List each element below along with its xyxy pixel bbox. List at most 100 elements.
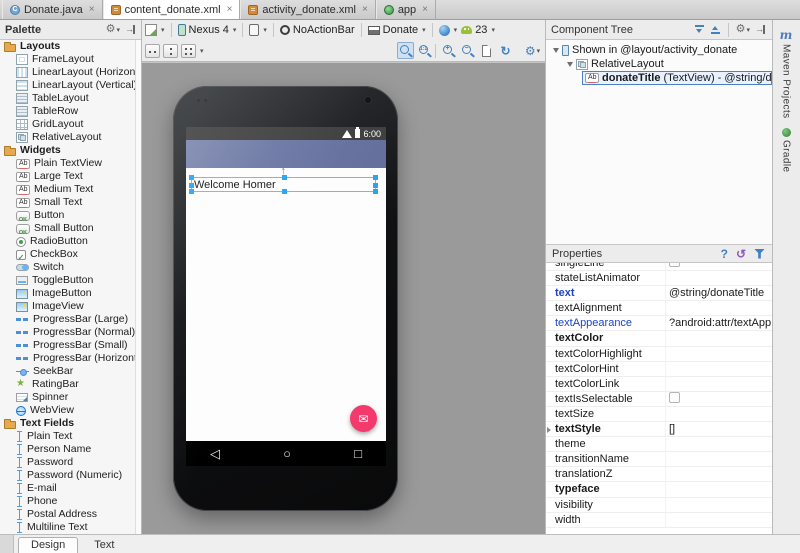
tree-row-layout[interactable]: RelativeLayout [545, 57, 772, 71]
tool-window-maven[interactable]: m Maven Projects [772, 20, 800, 119]
filter-icon[interactable] [754, 249, 765, 259]
tool-window-gradle[interactable]: Gradle [772, 119, 800, 172]
orientation-selector[interactable]: ▾ [249, 24, 267, 36]
expander-icon[interactable] [553, 48, 559, 53]
close-icon[interactable]: × [89, 4, 95, 15]
tree-hide-button[interactable] [755, 24, 766, 35]
design-canvas[interactable]: 6:00 Welcome Homer ↑ ✉ [141, 62, 545, 534]
property-row[interactable]: width [545, 513, 772, 528]
expander-icon[interactable] [567, 62, 573, 67]
property-row[interactable]: textColorHint [545, 362, 772, 377]
palette-item[interactable]: LinearLayout (Vertical) [0, 79, 141, 92]
palette-item[interactable]: Layouts [0, 40, 141, 53]
device-screen[interactable]: 6:00 Welcome Homer ↑ ✉ [186, 127, 386, 466]
design-surface-button[interactable]: ▾ [145, 24, 165, 36]
palette-item[interactable]: WebView [0, 404, 141, 417]
palette-item[interactable]: RadioButton [0, 235, 141, 248]
property-row[interactable]: singleLine [545, 263, 772, 271]
palette-item[interactable]: ImageView [0, 300, 141, 313]
property-row[interactable]: textStyle [] [545, 422, 772, 437]
selection-handle[interactable] [189, 183, 194, 188]
property-row[interactable]: translationZ [545, 467, 772, 482]
api-selector[interactable]: 23▾ [461, 24, 495, 36]
palette-item[interactable]: LinearLayout (Horizontal) [0, 66, 141, 79]
selection-handle[interactable] [373, 175, 378, 180]
palette-item[interactable]: Large Text [0, 170, 141, 183]
palette-item[interactable]: Plain TextView [0, 157, 141, 170]
palette-item[interactable]: ImageButton [0, 287, 141, 300]
property-row[interactable]: typeface [545, 482, 772, 497]
tree-selection[interactable]: donateTitle (TextView) - @string/donateT… [582, 71, 772, 85]
selection-handle[interactable] [189, 189, 194, 194]
palette-item[interactable]: E-mail [0, 482, 141, 495]
palette-item[interactable]: Spinner [0, 391, 141, 404]
zoom-out-button[interactable]: − [459, 42, 476, 59]
fit-width-button[interactable] [145, 44, 160, 58]
selected-textview[interactable]: Welcome Homer ↑ [191, 177, 376, 192]
palette-item[interactable]: Person Name [0, 443, 141, 456]
reset-icon[interactable]: ↺ [736, 247, 746, 261]
palette-item[interactable]: Password [0, 456, 141, 469]
palette-item[interactable]: ProgressBar (Small) [0, 339, 141, 352]
property-row[interactable]: text @string/donateTitle [545, 286, 772, 301]
close-icon[interactable]: × [227, 4, 233, 15]
palette-item[interactable]: Plain Text [0, 430, 141, 443]
property-row[interactable]: textAlignment [545, 301, 772, 316]
palette-item[interactable]: Postal Address [0, 508, 141, 521]
splitter[interactable] [772, 20, 773, 534]
palette-item[interactable]: ProgressBar (Normal) [0, 326, 141, 339]
theme-selector[interactable]: Donate▾ [368, 24, 426, 36]
close-icon[interactable]: × [362, 4, 368, 15]
selection-handle[interactable] [282, 189, 287, 194]
palette-item[interactable]: FrameLayout [0, 53, 141, 66]
palette-item[interactable]: Small Text [0, 196, 141, 209]
fit-height-button[interactable] [163, 44, 178, 58]
back-icon[interactable]: ◁ [210, 447, 220, 460]
tree-row-selected[interactable]: donateTitle (TextView) - @string/donateT… [545, 71, 772, 85]
selection-handle[interactable] [373, 183, 378, 188]
palette-item[interactable]: Medium Text [0, 183, 141, 196]
expand-all-icon[interactable] [694, 24, 705, 35]
close-icon[interactable]: × [422, 4, 428, 15]
help-icon[interactable]: ? [721, 247, 728, 261]
palette-item[interactable]: Button [0, 209, 141, 222]
tree-row-root[interactable]: Shown in @layout/activity_donate [545, 43, 772, 57]
locale-selector[interactable]: ▾ [439, 25, 458, 36]
palette-item[interactable]: Multiline Text [0, 521, 141, 534]
palette-item[interactable]: TableRow [0, 105, 141, 118]
palette-item[interactable]: CheckBox [0, 248, 141, 261]
zoom-actual-button[interactable]: 1:1 [416, 42, 433, 59]
palette-item[interactable]: RatingBar [0, 378, 141, 391]
fit-screen-button[interactable] [181, 44, 196, 58]
property-row[interactable]: theme [545, 437, 772, 452]
preview-frame-button[interactable] [478, 42, 495, 59]
palette-item[interactable]: ProgressBar (Large) [0, 313, 141, 326]
palette-item[interactable]: Widgets [0, 144, 141, 157]
app-content[interactable]: Welcome Homer ↑ ✉ [186, 168, 386, 441]
property-row[interactable]: textSize [545, 407, 772, 422]
tree-settings-button[interactable]: ⚙▾ [736, 24, 750, 35]
palette-item[interactable]: GridLayout [0, 118, 141, 131]
tab-text[interactable]: Text [82, 538, 126, 553]
property-row[interactable]: transitionName [545, 452, 772, 467]
palette-item[interactable]: RelativeLayout [0, 131, 141, 144]
splitter[interactable] [141, 20, 142, 534]
refresh-button[interactable]: ↻ [497, 42, 514, 59]
selection-handle[interactable] [282, 175, 287, 180]
zoom-in-button[interactable]: + [440, 42, 457, 59]
property-row[interactable]: textAppearance ?android:attr/textAppeara… [545, 316, 772, 331]
property-row[interactable]: textIsSelectable [545, 392, 772, 407]
palette-item[interactable]: Switch [0, 261, 141, 274]
editor-tab[interactable]: content_donate.xml × [103, 0, 241, 19]
tab-design[interactable]: Design [18, 537, 78, 553]
editor-tab[interactable]: activity_donate.xml × [240, 0, 375, 19]
recents-icon[interactable]: □ [354, 447, 362, 460]
palette-item[interactable]: Password (Numeric) [0, 469, 141, 482]
splitter[interactable] [545, 20, 546, 534]
property-row[interactable]: stateListAnimator [545, 271, 772, 286]
actionbar-indicator[interactable]: NoActionBar [280, 24, 355, 36]
palette-settings-button[interactable]: ⚙▾ [106, 24, 120, 35]
property-row[interactable]: textColor [545, 331, 772, 346]
editor-tab[interactable]: app × [376, 0, 436, 19]
collapse-all-icon[interactable] [710, 24, 721, 35]
